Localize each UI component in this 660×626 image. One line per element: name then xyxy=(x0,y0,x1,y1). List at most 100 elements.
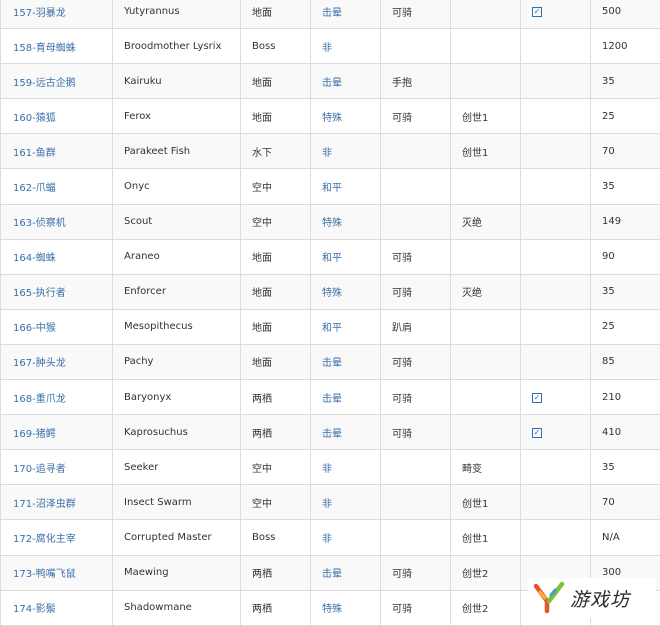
english-name: Insect Swarm xyxy=(113,485,241,520)
ride-method: 可骑 xyxy=(381,239,451,274)
english-name: Shadowmane xyxy=(113,590,241,625)
habitat-type: 地面 xyxy=(241,239,311,274)
checkbox-cell: ✓ xyxy=(521,0,591,29)
habitat-type: 空中 xyxy=(241,485,311,520)
english-name: Maewing xyxy=(113,555,241,590)
y-logo-icon xyxy=(532,580,566,616)
value-cell: 500 xyxy=(591,0,660,29)
tame-method-link[interactable]: 击晕 xyxy=(311,0,381,29)
creature-name-link[interactable]: 172-腐化主宰 xyxy=(1,520,113,555)
creature-name-link[interactable]: 173-鸭嘴飞鼠 xyxy=(1,555,113,590)
habitat-type: 地面 xyxy=(241,309,311,344)
tame-method-link[interactable]: 击晕 xyxy=(311,380,381,415)
tame-method-link[interactable]: 和平 xyxy=(311,309,381,344)
creature-name-link[interactable]: 161-鱼群 xyxy=(1,134,113,169)
tame-method-link[interactable]: 和平 xyxy=(311,169,381,204)
tame-method-link[interactable]: 非 xyxy=(311,29,381,64)
value-cell: 90 xyxy=(591,239,660,274)
creature-name-link[interactable]: 167-肿头龙 xyxy=(1,344,113,379)
value-cell: 149 xyxy=(591,204,660,239)
ride-method xyxy=(381,450,451,485)
habitat-type: 地面 xyxy=(241,0,311,29)
habitat-type: 两栖 xyxy=(241,555,311,590)
english-name: Kaprosuchus xyxy=(113,415,241,450)
ride-method: 手抱 xyxy=(381,64,451,99)
dlc-source: 创世1 xyxy=(451,99,521,134)
value-cell: 85 xyxy=(591,344,660,379)
dlc-source xyxy=(451,169,521,204)
table-row: 157-羽暴龙Yutyrannus地面击晕可骑✓500 xyxy=(1,0,660,29)
creature-name-link[interactable]: 158-育母蜘蛛 xyxy=(1,29,113,64)
habitat-type: 空中 xyxy=(241,169,311,204)
table-row: 162-爪蝠Onyc空中和平35 xyxy=(1,169,660,204)
table-row: 163-侦察机Scout空中特殊灭绝149 xyxy=(1,204,660,239)
english-name: Scout xyxy=(113,204,241,239)
checkbox-cell xyxy=(521,309,591,344)
habitat-type: 地面 xyxy=(241,64,311,99)
checkbox-cell xyxy=(521,520,591,555)
creature-name-link[interactable]: 165-执行者 xyxy=(1,274,113,309)
value-cell: 25 xyxy=(591,309,660,344)
ride-method: 可骑 xyxy=(381,415,451,450)
creature-name-link[interactable]: 163-侦察机 xyxy=(1,204,113,239)
dlc-source: 创世1 xyxy=(451,134,521,169)
habitat-type: 地面 xyxy=(241,99,311,134)
habitat-type: 两栖 xyxy=(241,590,311,625)
dlc-source xyxy=(451,415,521,450)
english-name: Corrupted Master xyxy=(113,520,241,555)
habitat-type: 空中 xyxy=(241,450,311,485)
creature-name-link[interactable]: 160-猿狐 xyxy=(1,99,113,134)
table-row: 159-远古企鹅Kairuku地面击晕手抱35 xyxy=(1,64,660,99)
dlc-source: 创世1 xyxy=(451,485,521,520)
checkbox-cell xyxy=(521,169,591,204)
tame-method-link[interactable]: 特殊 xyxy=(311,204,381,239)
value-cell: 210 xyxy=(591,380,660,415)
ride-method xyxy=(381,29,451,64)
tame-method-link[interactable]: 和平 xyxy=(311,239,381,274)
english-name: Seeker xyxy=(113,450,241,485)
tame-method-link[interactable]: 击晕 xyxy=(311,344,381,379)
tame-method-link[interactable]: 击晕 xyxy=(311,415,381,450)
table-row: 172-腐化主宰Corrupted MasterBoss非创世1N/A xyxy=(1,520,660,555)
creature-name-link[interactable]: 171-沼泽虫群 xyxy=(1,485,113,520)
table-row: 164-蜘蛛Araneo地面和平可骑90 xyxy=(1,239,660,274)
table-row: 165-执行者Enforcer地面特殊可骑灭绝35 xyxy=(1,274,660,309)
creature-name-link[interactable]: 169-猪鳄 xyxy=(1,415,113,450)
checkbox-cell xyxy=(521,134,591,169)
value-cell: 70 xyxy=(591,134,660,169)
value-cell: 35 xyxy=(591,274,660,309)
value-cell: 70 xyxy=(591,485,660,520)
tame-method-link[interactable]: 击晕 xyxy=(311,555,381,590)
creature-name-link[interactable]: 164-蜘蛛 xyxy=(1,239,113,274)
english-name: Enforcer xyxy=(113,274,241,309)
ride-method: 趴肩 xyxy=(381,309,451,344)
value-cell: 35 xyxy=(591,169,660,204)
creature-name-link[interactable]: 166-中猴 xyxy=(1,309,113,344)
table-row: 170-追寻者Seeker空中非畸变35 xyxy=(1,450,660,485)
tame-method-link[interactable]: 非 xyxy=(311,134,381,169)
english-name: Ferox xyxy=(113,99,241,134)
ride-method: 可骑 xyxy=(381,274,451,309)
checkbox-checked-icon: ✓ xyxy=(532,428,542,438)
creature-name-link[interactable]: 170-追寻者 xyxy=(1,450,113,485)
tame-method-link[interactable]: 非 xyxy=(311,520,381,555)
tame-method-link[interactable]: 特殊 xyxy=(311,590,381,625)
watermark: 游戏坊 xyxy=(528,578,656,618)
checkbox-checked-icon: ✓ xyxy=(532,7,542,17)
creature-name-link[interactable]: 162-爪蝠 xyxy=(1,169,113,204)
ride-method xyxy=(381,169,451,204)
dlc-source: 创世2 xyxy=(451,555,521,590)
creature-name-link[interactable]: 174-影鬃 xyxy=(1,590,113,625)
dlc-source xyxy=(451,29,521,64)
creature-name-link[interactable]: 159-远古企鹅 xyxy=(1,64,113,99)
checkbox-cell xyxy=(521,29,591,64)
tame-method-link[interactable]: 击晕 xyxy=(311,64,381,99)
tame-method-link[interactable]: 非 xyxy=(311,450,381,485)
checkbox-cell xyxy=(521,64,591,99)
tame-method-link[interactable]: 非 xyxy=(311,485,381,520)
tame-method-link[interactable]: 特殊 xyxy=(311,99,381,134)
creature-name-link[interactable]: 168-重爪龙 xyxy=(1,380,113,415)
creature-name-link[interactable]: 157-羽暴龙 xyxy=(1,0,113,29)
tame-method-link[interactable]: 特殊 xyxy=(311,274,381,309)
dlc-source xyxy=(451,239,521,274)
